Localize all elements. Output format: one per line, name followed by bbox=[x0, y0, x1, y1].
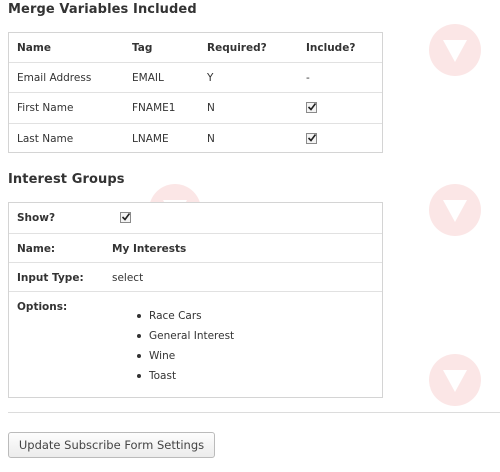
input-type-row: Input Type: select bbox=[9, 263, 382, 292]
row-name: Email Address bbox=[17, 72, 92, 84]
bullet-icon bbox=[137, 334, 141, 338]
option-label: Wine bbox=[149, 350, 176, 362]
column-header-required: Required? bbox=[207, 42, 267, 54]
options-row: Options: Race Cars General Interest Wine… bbox=[9, 292, 382, 397]
column-header-include: Include? bbox=[306, 42, 356, 54]
show-cell bbox=[120, 203, 131, 233]
options-list: Race Cars General Interest Wine Toast bbox=[135, 306, 234, 386]
interest-group-name: My Interests bbox=[112, 243, 187, 255]
input-type-value: select bbox=[112, 272, 144, 284]
list-item: Wine bbox=[135, 346, 234, 366]
row-tag: EMAIL bbox=[132, 72, 164, 84]
list-item: Race Cars bbox=[135, 306, 234, 326]
option-label: Toast bbox=[149, 370, 177, 382]
row-tag: LNAME bbox=[132, 133, 169, 145]
bullet-icon bbox=[137, 374, 141, 378]
merge-variables-heading: Merge Variables Included bbox=[8, 2, 197, 17]
column-header-name: Name bbox=[17, 42, 51, 54]
row-tag: FNAME1 bbox=[132, 102, 176, 114]
row-name: First Name bbox=[17, 102, 74, 114]
update-subscribe-form-settings-button[interactable]: Update Subscribe Form Settings bbox=[8, 432, 215, 458]
include-cell bbox=[306, 124, 317, 154]
merge-variables-table: Name Tag Required? Include? Email Addres… bbox=[8, 32, 383, 153]
column-header-tag: Tag bbox=[132, 42, 153, 54]
watermark-logo bbox=[429, 354, 481, 406]
watermark-logo bbox=[429, 184, 481, 236]
list-item: General Interest bbox=[135, 326, 234, 346]
checkmark-icon bbox=[307, 102, 317, 111]
row-name: Last Name bbox=[17, 133, 74, 145]
options-label: Options: bbox=[17, 301, 68, 313]
interest-groups-table: Show? Name: My Interests Input Type: sel… bbox=[8, 202, 383, 398]
checkmark-icon bbox=[307, 133, 317, 142]
include-cell bbox=[306, 93, 317, 123]
input-type-label: Input Type: bbox=[17, 272, 84, 284]
list-item: Toast bbox=[135, 366, 234, 386]
bullet-icon bbox=[137, 354, 141, 358]
option-label: General Interest bbox=[149, 330, 235, 342]
divider bbox=[8, 412, 500, 413]
include-checkbox-lname[interactable] bbox=[306, 132, 317, 144]
show-label: Show? bbox=[17, 212, 56, 224]
interest-groups-heading: Interest Groups bbox=[8, 172, 125, 187]
table-row: Last Name LNAME N bbox=[9, 124, 382, 154]
bullet-icon bbox=[137, 314, 141, 318]
table-row: Email Address EMAIL Y - bbox=[9, 63, 382, 93]
table-row: First Name FNAME1 N bbox=[9, 93, 382, 124]
include-checkbox-fname1[interactable] bbox=[306, 101, 317, 113]
option-label: Race Cars bbox=[149, 310, 202, 322]
show-interest-groups-checkbox[interactable] bbox=[120, 211, 131, 223]
row-required: Y bbox=[207, 72, 214, 84]
row-required: N bbox=[207, 133, 215, 145]
show-row: Show? bbox=[9, 203, 382, 234]
row-required: N bbox=[207, 102, 215, 114]
row-include-placeholder: - bbox=[306, 72, 310, 84]
name-label: Name: bbox=[17, 243, 56, 255]
watermark-logo bbox=[429, 24, 481, 76]
checkmark-icon bbox=[121, 212, 131, 221]
name-row: Name: My Interests bbox=[9, 234, 382, 263]
merge-table-header: Name Tag Required? Include? bbox=[9, 33, 382, 63]
